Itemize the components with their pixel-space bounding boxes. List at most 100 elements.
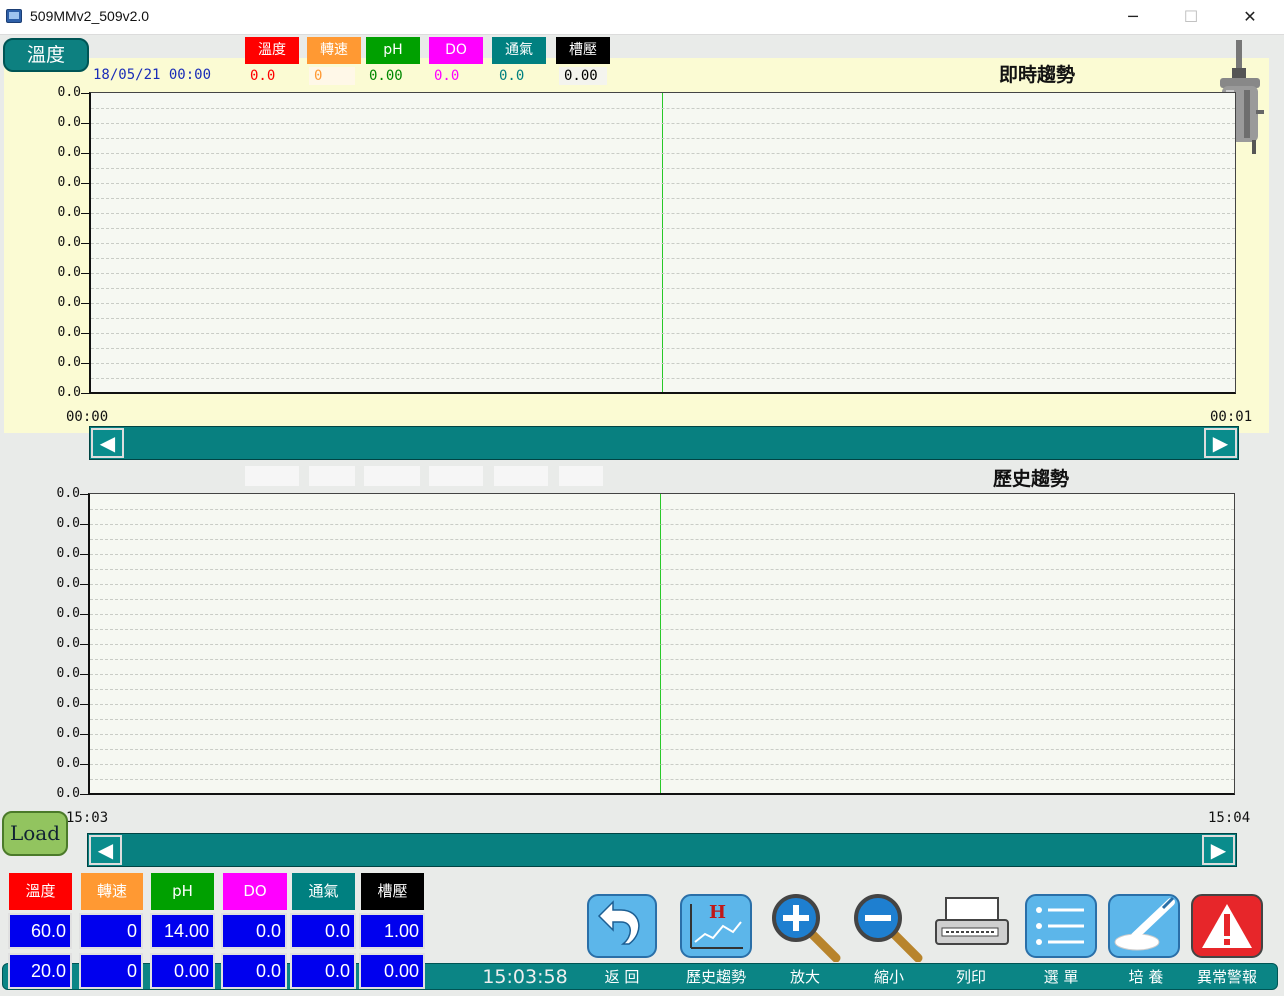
realtime-y-tick-mark xyxy=(81,273,89,274)
history-grid-line xyxy=(90,644,1234,645)
history-y-tick-mark xyxy=(80,764,88,765)
realtime-grid-line xyxy=(91,303,1235,304)
legend-value-ph: 0.00 xyxy=(369,68,403,84)
realtime-grid-line xyxy=(91,183,1235,184)
realtime-plot-area[interactable] xyxy=(89,92,1236,394)
realtime-scrollbar[interactable]: ◀ ▶ xyxy=(89,426,1239,460)
history-y-tick-mark xyxy=(80,524,88,525)
param-max-ph[interactable]: 14.00 xyxy=(150,913,215,949)
param-max-speed[interactable]: 0 xyxy=(79,913,143,949)
realtime-y-tick-label: 0.0 xyxy=(57,235,81,250)
realtime-y-tick-mark xyxy=(81,393,89,394)
history-legend-slot xyxy=(245,466,299,486)
realtime-y-tick-mark xyxy=(81,213,89,214)
legend-value-pressure: 0.00 xyxy=(559,67,607,85)
legend-speed[interactable]: 轉速 xyxy=(307,37,361,64)
legend-pressure[interactable]: 槽壓 xyxy=(556,37,610,64)
realtime-y-tick-label: 0.0 xyxy=(57,115,81,130)
history-y-tick-label: 0.0 xyxy=(56,756,80,771)
history-chart-icon[interactable]: H xyxy=(677,892,755,962)
toolbar-label-back: 返 回 xyxy=(604,968,640,986)
realtime-grid-line xyxy=(91,108,1235,109)
history-x-end: 15:04 xyxy=(1208,810,1251,826)
legend-value-speed: 0 xyxy=(309,67,355,85)
realtime-scroll-right-button[interactable]: ▶ xyxy=(1204,428,1237,458)
history-grid-line xyxy=(90,689,1234,690)
legend-ph[interactable]: pH xyxy=(366,37,420,64)
history-legend-slot xyxy=(494,466,548,486)
legend-do[interactable]: DO xyxy=(429,37,483,64)
history-y-tick-mark xyxy=(80,704,88,705)
realtime-x-end: 00:01 xyxy=(1210,409,1253,425)
toolbar-label-culture: 培 養 xyxy=(1128,968,1164,986)
history-grid-line xyxy=(90,779,1234,780)
param-max-aeration[interactable]: 0.0 xyxy=(290,913,356,949)
param-min-pressure[interactable]: 0.00 xyxy=(359,953,425,989)
param-min-do[interactable]: 0.0 xyxy=(221,953,287,989)
history-grid-line xyxy=(90,749,1234,750)
history-grid-line xyxy=(90,704,1234,705)
zoom-out-icon[interactable] xyxy=(848,892,926,962)
history-y-tick-mark xyxy=(80,554,88,555)
load-button[interactable]: Load xyxy=(2,811,68,856)
history-scroll-left-button[interactable]: ◀ xyxy=(89,835,122,865)
legend-value-temp: 0.0 xyxy=(250,68,276,84)
history-grid-line xyxy=(90,614,1234,615)
param-min-aeration[interactable]: 0.0 xyxy=(290,953,356,989)
history-grid-line xyxy=(90,584,1234,585)
history-grid-line xyxy=(90,734,1234,735)
window-title: 509MMv2_509v2.0 xyxy=(30,8,150,24)
param-max-temp[interactable]: 60.0 xyxy=(8,913,72,949)
realtime-grid-line xyxy=(91,273,1235,274)
realtime-grid-line xyxy=(91,243,1235,244)
realtime-scroll-left-button[interactable]: ◀ xyxy=(91,428,124,458)
realtime-y-tick-mark xyxy=(81,363,89,364)
toolbar-label-alarm: 異常警報 xyxy=(1196,968,1257,986)
toolbar-label-zoom-out: 縮小 xyxy=(873,968,904,986)
realtime-grid-line xyxy=(91,333,1235,334)
param-max-do[interactable]: 0.0 xyxy=(221,913,287,949)
legend-temp[interactable]: 溫度 xyxy=(245,37,299,64)
legend-aeration[interactable]: 通氣 xyxy=(492,37,546,64)
param-min-ph[interactable]: 0.00 xyxy=(150,953,215,989)
toolbar-label-zoom-in: 放大 xyxy=(789,968,820,986)
param-header-speed: 轉速 xyxy=(81,873,143,910)
minimize-button[interactable]: ─ xyxy=(1110,4,1156,30)
realtime-y-tick-mark xyxy=(81,243,89,244)
realtime-y-tick-mark xyxy=(81,123,89,124)
menu-list-icon[interactable] xyxy=(1022,892,1100,962)
param-max-pressure[interactable]: 1.00 xyxy=(359,913,425,949)
realtime-date: 18/05/21 00:00 xyxy=(93,67,212,83)
culture-icon[interactable] xyxy=(1105,892,1183,962)
param-min-temp[interactable]: 20.0 xyxy=(8,953,72,989)
history-y-tick-mark xyxy=(80,614,88,615)
history-grid-line xyxy=(90,629,1234,630)
channel-selector-button[interactable]: 溫度 xyxy=(3,38,89,72)
maximize-button[interactable]: ☐ xyxy=(1168,4,1214,30)
back-arrow-icon[interactable] xyxy=(583,892,661,962)
zoom-in-icon[interactable] xyxy=(766,892,844,962)
history-grid-line xyxy=(90,524,1234,525)
printer-icon[interactable] xyxy=(932,892,1010,962)
history-legend-slot xyxy=(559,466,603,486)
param-header-ph: pH xyxy=(151,873,214,910)
close-button[interactable]: ✕ xyxy=(1227,4,1273,30)
title-bar: 509MMv2_509v2.0 ─ ☐ ✕ xyxy=(0,0,1284,35)
history-scrollbar[interactable]: ◀ ▶ xyxy=(87,833,1237,867)
realtime-y-tick-mark xyxy=(81,183,89,184)
history-plot-area[interactable] xyxy=(88,493,1235,795)
history-scroll-right-button[interactable]: ▶ xyxy=(1202,835,1235,865)
alarm-icon[interactable] xyxy=(1188,892,1266,962)
realtime-y-tick-label: 0.0 xyxy=(57,385,81,400)
history-y-tick-label: 0.0 xyxy=(56,696,80,711)
history-legend-slot xyxy=(364,466,420,486)
param-min-speed[interactable]: 0 xyxy=(79,953,143,989)
history-y-tick-label: 0.0 xyxy=(56,726,80,741)
history-grid-line xyxy=(90,764,1234,765)
realtime-x-start: 00:00 xyxy=(66,409,109,425)
app-icon xyxy=(6,9,22,23)
history-x-start: 15:03 xyxy=(66,810,109,826)
history-title: 歷史趨勢 xyxy=(993,468,1070,490)
realtime-y-tick-label: 0.0 xyxy=(57,355,81,370)
legend-value-aeration: 0.0 xyxy=(499,68,525,84)
